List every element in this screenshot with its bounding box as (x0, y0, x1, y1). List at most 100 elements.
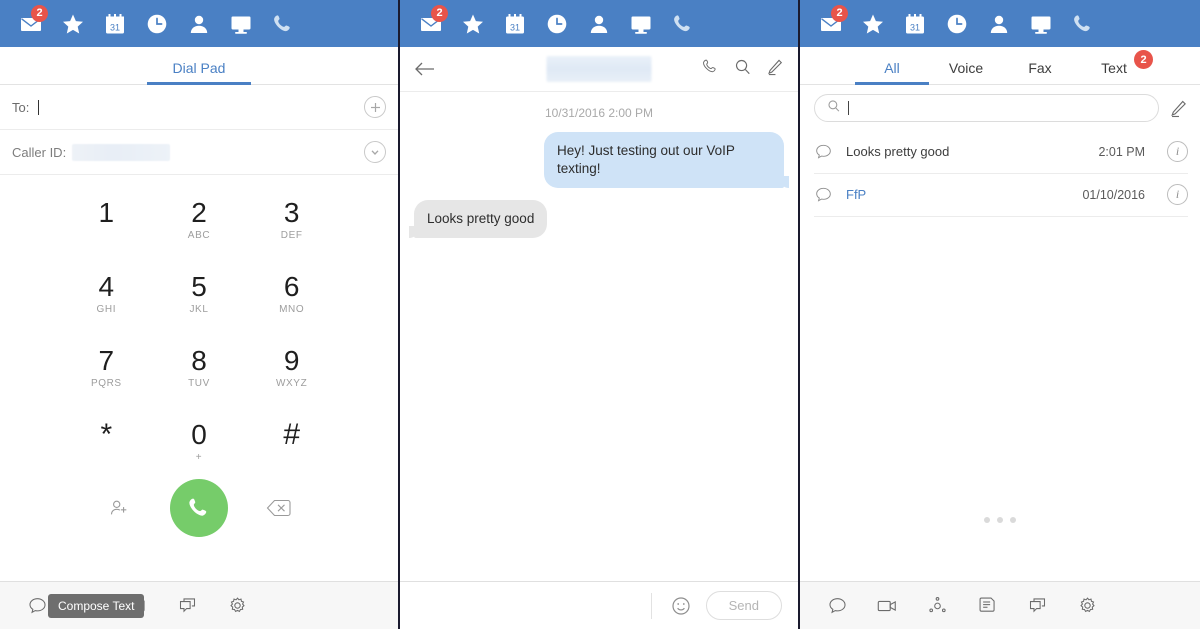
loading-dot (997, 517, 1003, 523)
message-list-panel: 2 31 All Voice Fax Text 2 Looks pretty g… (800, 0, 1200, 629)
calendar-icon[interactable]: 31 (94, 0, 136, 47)
phone-icon[interactable] (662, 0, 704, 47)
list-item-preview: FfP (846, 186, 867, 202)
list-item-preview: Looks pretty good (846, 143, 950, 159)
key-3[interactable]: 3 DEF (255, 197, 329, 249)
key-5-digit: 5 (191, 271, 207, 302)
top-navigation-bar: 2 31 (800, 0, 1200, 47)
calendar-icon[interactable]: 31 (894, 0, 936, 47)
key-1-digit: 1 (98, 197, 115, 228)
key-8[interactable]: 8 TUV (162, 345, 236, 397)
keypad: 1 2 ABC 3 DEF 4 GHI 5 JKL 6 MNO 7 PQRS 8… (0, 175, 398, 471)
key-4[interactable]: 4 GHI (69, 271, 143, 323)
calendar-icon[interactable]: 31 (494, 0, 536, 47)
key-star-digit: * (100, 418, 113, 451)
tab-voice-label: Voice (948, 60, 984, 76)
mail-icon[interactable]: 2 (410, 0, 452, 47)
contact-icon[interactable] (178, 0, 220, 47)
list-item-content: Looks pretty good (846, 143, 1086, 161)
star-icon[interactable] (852, 0, 894, 47)
tab-dial-pad[interactable]: Dial Pad (147, 60, 251, 85)
multi-window-icon[interactable] (1012, 582, 1062, 629)
conversation-panel: 2 31 10/31/2016 2:00 PM Hey! Just testin… (400, 0, 800, 629)
message-thread: 10/31/2016 2:00 PM Hey! Just testing out… (400, 92, 798, 238)
list-bottom-toolbar (800, 581, 1200, 629)
search-input[interactable] (814, 94, 1159, 122)
key-4-digit: 4 (98, 271, 115, 302)
chat-bubble-icon[interactable] (812, 582, 862, 629)
key-1[interactable]: 1 (69, 197, 143, 249)
top-navigation-bar: 2 31 (0, 0, 398, 47)
key-3-sub: DEF (280, 230, 303, 241)
send-button[interactable]: Send (705, 591, 782, 620)
multi-window-icon[interactable] (162, 582, 212, 629)
contact-icon[interactable] (578, 0, 620, 47)
caller-id-field-row[interactable]: Caller ID: (0, 130, 398, 175)
star-icon[interactable] (52, 0, 94, 47)
to-field-row[interactable]: To: (0, 85, 398, 130)
list-item[interactable]: FfP 01/10/2016 i (814, 174, 1188, 217)
compose-pencil-icon[interactable] (766, 58, 784, 81)
phone-icon[interactable] (701, 57, 720, 81)
key-6[interactable]: 6 MNO (255, 271, 329, 323)
key-6-sub: MNO (279, 304, 305, 315)
tab-fax[interactable]: Fax (1003, 60, 1077, 84)
mail-icon[interactable]: 2 (810, 0, 852, 47)
monitor-icon[interactable] (220, 0, 262, 47)
video-camera-icon[interactable] (862, 582, 912, 629)
clock-icon[interactable] (536, 0, 578, 47)
mail-icon[interactable]: 2 (10, 0, 52, 47)
key-2-sub: ABC (187, 230, 211, 241)
caller-id-value-redacted (72, 143, 171, 161)
key-5[interactable]: 5 JKL (162, 271, 236, 323)
to-label: To: (12, 99, 30, 115)
call-button[interactable] (170, 479, 228, 537)
key-2[interactable]: 2 ABC (162, 197, 236, 249)
monitor-icon[interactable] (1020, 0, 1062, 47)
dialpad-panel: 2 31 Dial Pad To: Caller ID: 1 2 ABC 3 D… (0, 0, 400, 629)
contact-icon[interactable] (978, 0, 1020, 47)
key-9-sub: WXYZ (276, 378, 308, 389)
key-8-digit: 8 (191, 345, 207, 376)
chevron-down-circle-icon[interactable] (364, 141, 386, 163)
tab-all[interactable]: All (855, 60, 929, 85)
phone-icon[interactable] (262, 0, 304, 47)
backspace-icon[interactable] (262, 491, 296, 525)
gear-icon[interactable] (1062, 582, 1112, 629)
add-contact-icon[interactable] (102, 491, 136, 525)
info-icon[interactable]: i (1167, 184, 1188, 205)
compose-pencil-icon[interactable] (1169, 99, 1188, 118)
loading-dot (984, 517, 990, 523)
message-timestamp: 10/31/2016 2:00 PM (544, 106, 654, 120)
key-3-digit: 3 (283, 197, 300, 228)
phone-icon[interactable] (1062, 0, 1104, 47)
conference-icon[interactable] (912, 582, 962, 629)
info-icon[interactable]: i (1167, 141, 1188, 162)
search-icon (827, 99, 841, 118)
dialpad-bottom-toolbar: Compose Text (0, 581, 398, 629)
emoji-smiley-icon[interactable] (670, 595, 692, 617)
key-hash-digit: # (283, 418, 300, 451)
tab-text[interactable]: Text 2 (1077, 50, 1153, 84)
svg-text:31: 31 (110, 22, 120, 32)
monitor-icon[interactable] (620, 0, 662, 47)
mail-badge: 2 (831, 5, 848, 22)
plus-circle-icon[interactable] (364, 96, 386, 118)
back-arrow-icon[interactable] (414, 60, 440, 78)
message-filter-tabs: All Voice Fax Text 2 (800, 47, 1200, 85)
tab-voice[interactable]: Voice (929, 60, 1003, 84)
fax-document-icon[interactable] (962, 582, 1012, 629)
key-9[interactable]: 9 WXYZ (255, 345, 329, 397)
clock-icon[interactable] (936, 0, 978, 47)
clock-icon[interactable] (136, 0, 178, 47)
gear-icon[interactable] (212, 582, 262, 629)
key-hash[interactable]: # (255, 419, 329, 471)
list-item[interactable]: Looks pretty good 2:01 PM i (814, 131, 1188, 174)
key-0[interactable]: 0 + (162, 419, 236, 471)
tab-all-label: All (884, 60, 900, 76)
message-row-outgoing: Hey! Just testing out our VoIP texting! (414, 132, 789, 188)
key-7[interactable]: 7 PQRS (69, 345, 143, 397)
key-star[interactable]: * (69, 419, 143, 471)
star-icon[interactable] (452, 0, 494, 47)
search-icon[interactable] (734, 58, 752, 81)
